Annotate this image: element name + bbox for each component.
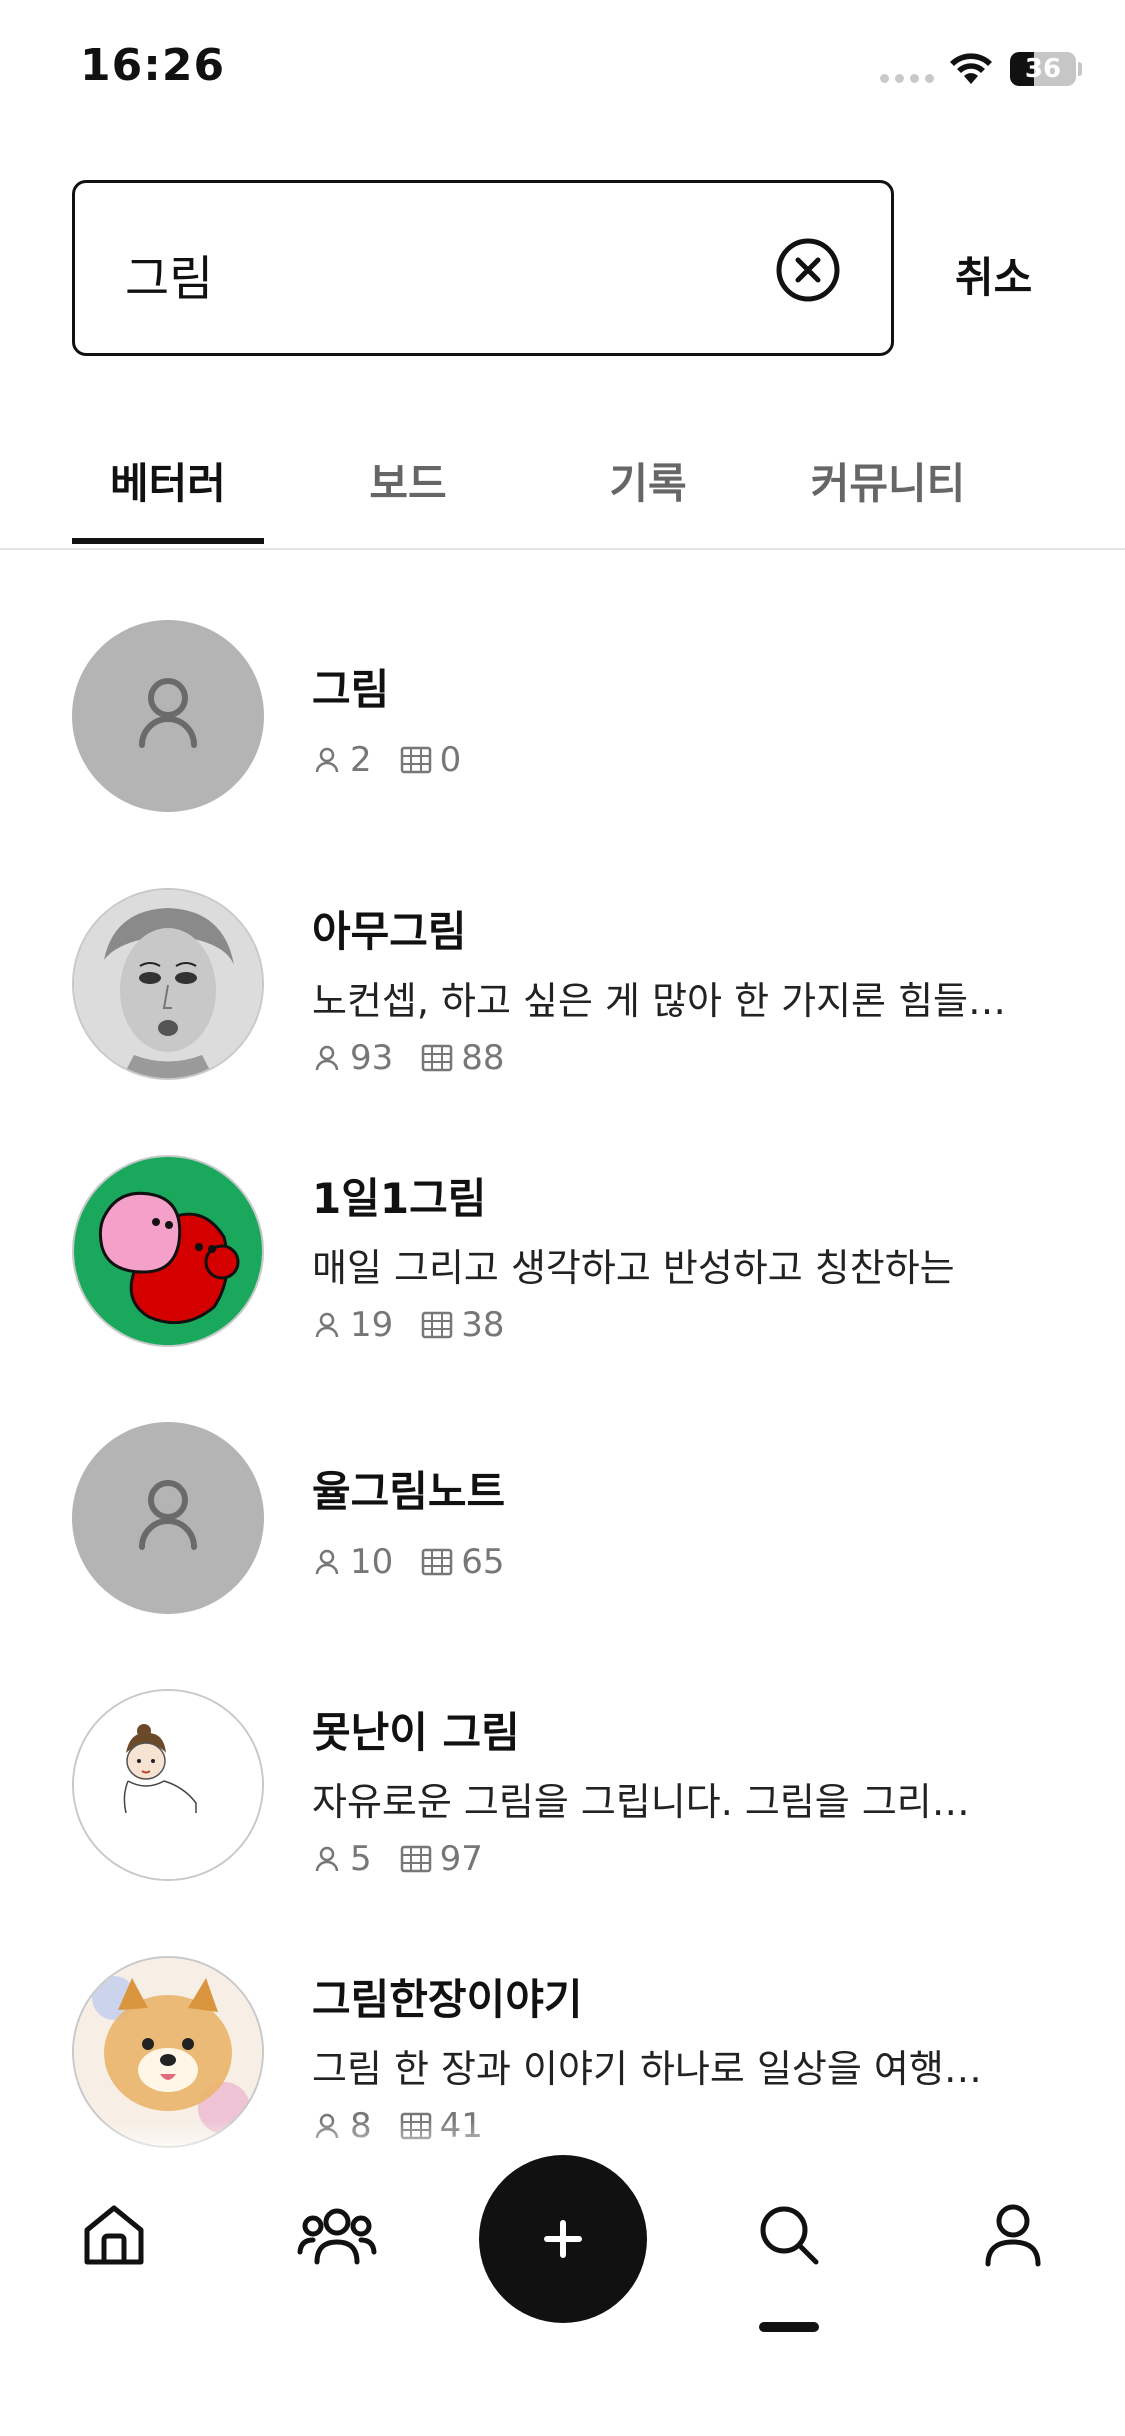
result-name: 율그림노트	[312, 1467, 506, 1516]
search-query[interactable]: 그림	[125, 239, 213, 309]
result-description: 노컨셉, 하고 싶은 게 많아 한 가지론 힘들…	[312, 979, 1006, 1023]
result-stats: 19 38	[312, 1305, 533, 1345]
person-outline-icon	[315, 1045, 339, 1071]
posts-stat: 65	[421, 1542, 505, 1582]
status-bar: 16:26 36	[0, 0, 1125, 140]
person-outline-icon	[315, 747, 339, 773]
small-character-drawing-image	[74, 1691, 262, 1879]
wifi-icon	[950, 53, 992, 84]
profile-icon	[985, 2204, 1041, 2267]
active-nav-indicator	[759, 2322, 819, 2332]
list-item[interactable]: 그림 2 0	[0, 620, 1125, 850]
nav-community[interactable]	[292, 2190, 382, 2280]
search-icon	[760, 2206, 819, 2265]
followers-stat: 5	[312, 1839, 372, 1879]
followers-stat: 2	[312, 740, 372, 780]
avatar	[72, 888, 264, 1080]
person-icon	[139, 678, 197, 748]
result-stats: 10 65	[312, 1542, 533, 1582]
result-stats: 93 88	[312, 1038, 533, 1078]
posts-count: 97	[439, 1839, 483, 1879]
nav-search[interactable]	[744, 2190, 834, 2280]
result-description: 그림 한 장과 이야기 하나로 일상을 여행…	[312, 2047, 982, 2091]
red-pink-characters-image	[74, 1157, 262, 1345]
result-description: 매일 그리고 생각하고 반성하고 칭찬하는	[312, 1246, 955, 1290]
plus-icon	[544, 2220, 582, 2258]
status-time: 16:26	[80, 40, 226, 91]
followers-stat: 93	[312, 1038, 393, 1078]
battery-level: 36	[1024, 54, 1062, 84]
community-icon	[297, 2208, 377, 2265]
list-item[interactable]: 율그림노트 10 65	[0, 1422, 1125, 1652]
create-button[interactable]	[479, 2155, 647, 2323]
tab-betterer[interactable]: 베터러	[72, 450, 264, 511]
posts-stat: 97	[400, 1839, 483, 1879]
followers-count: 5	[350, 1839, 372, 1879]
list-item[interactable]: 1일1그림 매일 그리고 생각하고 반성하고 칭찬하는 19 38	[0, 1155, 1125, 1385]
followers-count: 2	[350, 740, 372, 780]
result-name: 그림한장이야기	[312, 1975, 583, 2024]
posts-stat: 38	[421, 1305, 505, 1345]
posts-count: 38	[461, 1305, 505, 1345]
posts-stat: 0	[400, 740, 462, 780]
home-icon	[84, 2205, 144, 2265]
result-description: 자유로운 그림을 그립니다. 그림을 그리…	[312, 1780, 970, 1824]
search-results-screen: 16:26 36 그림 취소 베터러 보드 기록 커뮤니티 그림 2 0 아무그…	[0, 0, 1125, 2436]
active-tab-indicator	[72, 538, 264, 544]
posts-stat: 88	[421, 1038, 505, 1078]
tab-board[interactable]: 보드	[312, 450, 504, 511]
avatar	[72, 1155, 264, 1347]
result-name: 그림	[312, 665, 390, 714]
search-input[interactable]: 그림	[72, 180, 894, 356]
followers-stat: 19	[312, 1305, 393, 1345]
grid-icon	[422, 1044, 453, 1072]
posts-count: 0	[439, 740, 462, 780]
clear-search-icon[interactable]	[775, 237, 841, 303]
avatar	[72, 620, 264, 812]
nav-profile[interactable]	[968, 2190, 1058, 2280]
posts-count: 88	[461, 1038, 505, 1078]
followers-count: 10	[350, 1542, 394, 1582]
avatar	[72, 1422, 264, 1614]
followers-stat: 10	[312, 1542, 393, 1582]
posts-count: 65	[461, 1542, 505, 1582]
grid-icon	[400, 746, 431, 774]
tab-records[interactable]: 기록	[552, 450, 744, 511]
list-item[interactable]: 아무그림 노컨셉, 하고 싶은 게 많아 한 가지론 힘들… 93 88	[0, 888, 1125, 1118]
result-tabs: 베터러 보드 기록 커뮤니티	[0, 420, 1125, 550]
person-outline-icon	[315, 1312, 339, 1338]
grid-icon	[422, 1311, 453, 1339]
watercolor-dog-image	[74, 1958, 262, 2146]
grid-icon	[400, 1845, 431, 1873]
cancel-button[interactable]: 취소	[955, 244, 1032, 305]
followers-count: 19	[350, 1305, 394, 1345]
avatar	[72, 1689, 264, 1881]
result-name: 1일1그림	[312, 1174, 487, 1223]
result-stats: 5 97	[312, 1839, 511, 1879]
portrait-sketch-image	[74, 890, 262, 1078]
grid-icon	[422, 1548, 453, 1576]
followers-count: 93	[350, 1038, 394, 1078]
cellular-signal-icon	[880, 74, 934, 83]
person-icon	[139, 1480, 197, 1550]
person-outline-icon	[315, 1549, 339, 1575]
nav-home[interactable]	[69, 2190, 159, 2280]
list-item[interactable]: 못난이 그림 자유로운 그림을 그립니다. 그림을 그리… 5 97	[0, 1689, 1125, 1919]
result-name: 아무그림	[312, 907, 467, 956]
person-outline-icon	[315, 1846, 339, 1872]
tab-community[interactable]: 커뮤니티	[792, 450, 984, 511]
battery-tip	[1078, 62, 1082, 76]
result-name: 못난이 그림	[312, 1708, 520, 1757]
battery-icon: 36	[1010, 52, 1076, 86]
result-stats: 2 0	[312, 740, 489, 780]
